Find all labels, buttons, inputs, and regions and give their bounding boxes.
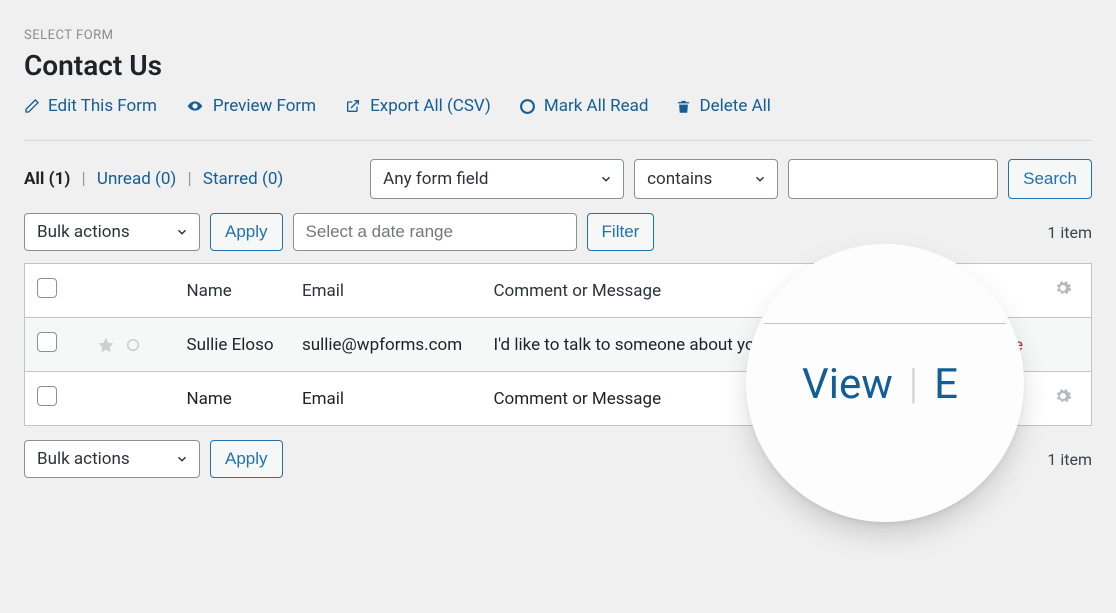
apply-button-bottom[interactable]: Apply [210, 440, 283, 478]
chevron-down-icon [175, 452, 189, 466]
bulk-actions-select-top[interactable]: Bulk actions [24, 213, 200, 251]
pencil-icon [24, 98, 40, 114]
col-header-email[interactable]: Email [290, 264, 481, 318]
page-title: Contact Us [24, 49, 1092, 82]
apply-button-top[interactable]: Apply [210, 213, 283, 251]
select-all-checkbox-top[interactable] [37, 278, 57, 298]
magnifier-callout: View | E [750, 248, 1020, 518]
filter-row-bulk: Bulk actions Apply Filter 1 item [24, 213, 1092, 251]
filter-button[interactable]: Filter [587, 213, 655, 251]
preview-form-link[interactable]: Preview Form [185, 96, 316, 116]
form-field-select-value: Any form field [383, 169, 488, 189]
filter-starred[interactable]: Starred (0) [203, 169, 283, 189]
filter-row-status: All (1) | Unread (0) | Starred (0) Any f… [24, 159, 1092, 199]
cell-email: sullie@wpforms.com [290, 318, 481, 372]
magnifier-view-text: View [802, 360, 893, 409]
col-footer-name[interactable]: Name [175, 372, 290, 426]
star-icon[interactable] [97, 336, 115, 354]
filter-all[interactable]: All (1) [24, 169, 70, 189]
trash-icon [676, 98, 691, 115]
condition-select-value: contains [647, 169, 712, 189]
preview-form-label: Preview Form [213, 96, 316, 116]
col-footer-email[interactable]: Email [290, 372, 481, 426]
item-count-top: 1 item [1047, 223, 1092, 242]
edit-form-label: Edit This Form [48, 96, 157, 116]
search-button[interactable]: Search [1008, 159, 1092, 199]
date-range-input[interactable] [293, 213, 577, 251]
filter-unread[interactable]: Unread (0) [97, 169, 176, 189]
action-bar: Edit This Form Preview Form Export All (… [24, 96, 1092, 116]
chevron-down-icon [753, 172, 767, 186]
chevron-down-icon [175, 225, 189, 239]
cell-name: Sullie Eloso [175, 318, 290, 372]
delete-all-label: Delete All [699, 96, 770, 116]
status-filters: All (1) | Unread (0) | Starred (0) [24, 169, 283, 189]
magnifier-edit-text: E [934, 360, 958, 409]
edit-form-link[interactable]: Edit This Form [24, 96, 157, 116]
eye-icon [185, 98, 205, 114]
gear-icon[interactable] [1054, 387, 1072, 405]
read-status-icon[interactable] [125, 337, 141, 353]
bulk-actions-value-bottom: Bulk actions [37, 449, 130, 469]
export-icon [344, 98, 362, 114]
circle-icon [519, 98, 536, 115]
mark-all-read-link[interactable]: Mark All Read [519, 96, 649, 116]
delete-all-link[interactable]: Delete All [676, 96, 770, 116]
select-all-checkbox-bottom[interactable] [37, 386, 57, 406]
mark-all-read-label: Mark All Read [544, 96, 649, 116]
condition-select[interactable]: contains [634, 159, 778, 199]
select-form-label: SELECT FORM [24, 28, 1092, 43]
bulk-actions-value: Bulk actions [37, 222, 130, 242]
chevron-down-icon [599, 172, 613, 186]
export-csv-link[interactable]: Export All (CSV) [344, 96, 491, 116]
item-count-bottom: 1 item [1047, 450, 1092, 469]
bulk-actions-select-bottom[interactable]: Bulk actions [24, 440, 200, 478]
gear-icon[interactable] [1054, 279, 1072, 297]
export-csv-label: Export All (CSV) [370, 96, 491, 116]
row-checkbox[interactable] [37, 332, 57, 352]
search-value-input[interactable] [788, 159, 998, 199]
form-field-select[interactable]: Any form field [370, 159, 624, 199]
col-header-name[interactable]: Name [175, 264, 290, 318]
